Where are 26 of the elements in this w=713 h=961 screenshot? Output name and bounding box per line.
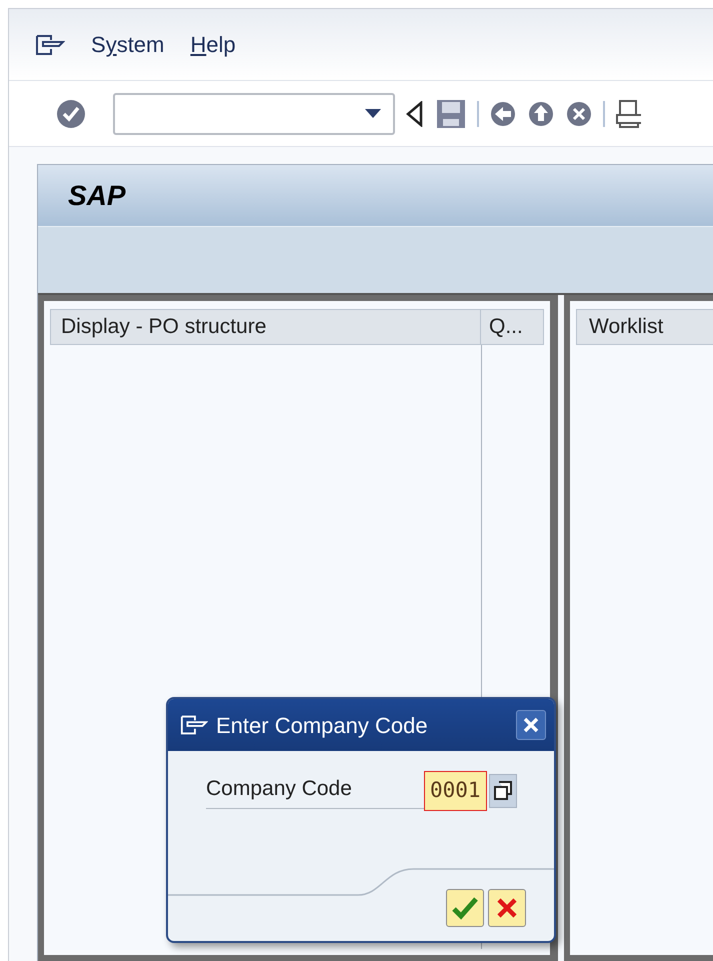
menu-icon[interactable] [35, 34, 65, 56]
column-header[interactable]: Q... [481, 310, 543, 344]
cancel-button[interactable] [488, 889, 526, 927]
screen-title: SAP [68, 178, 126, 212]
confirm-icon[interactable] [55, 98, 87, 130]
column-header[interactable]: Display - PO structure [51, 310, 481, 344]
menu-item[interactable]: System [91, 28, 164, 61]
value-help-button[interactable] [488, 774, 517, 808]
up-icon[interactable] [527, 100, 555, 128]
close-icon [523, 717, 539, 733]
dialog-title: Enter Company Code [216, 712, 429, 740]
dialog-icon [180, 714, 208, 736]
save-icon[interactable] [435, 98, 467, 130]
menu-item[interactable]: Help [190, 28, 236, 61]
cross-icon [496, 897, 518, 919]
checkmark-icon [451, 896, 479, 920]
cancel-icon[interactable] [565, 100, 593, 128]
command-field[interactable] [113, 92, 395, 134]
company-code-field[interactable]: 0001 [424, 771, 487, 811]
back-triangle-icon[interactable] [405, 100, 425, 126]
confirm-button[interactable] [446, 889, 484, 927]
copy-icon [492, 781, 513, 801]
back-icon[interactable] [489, 100, 517, 128]
dropdown-icon [365, 108, 381, 118]
close-button[interactable] [516, 710, 546, 740]
print-icon[interactable] [615, 98, 641, 128]
